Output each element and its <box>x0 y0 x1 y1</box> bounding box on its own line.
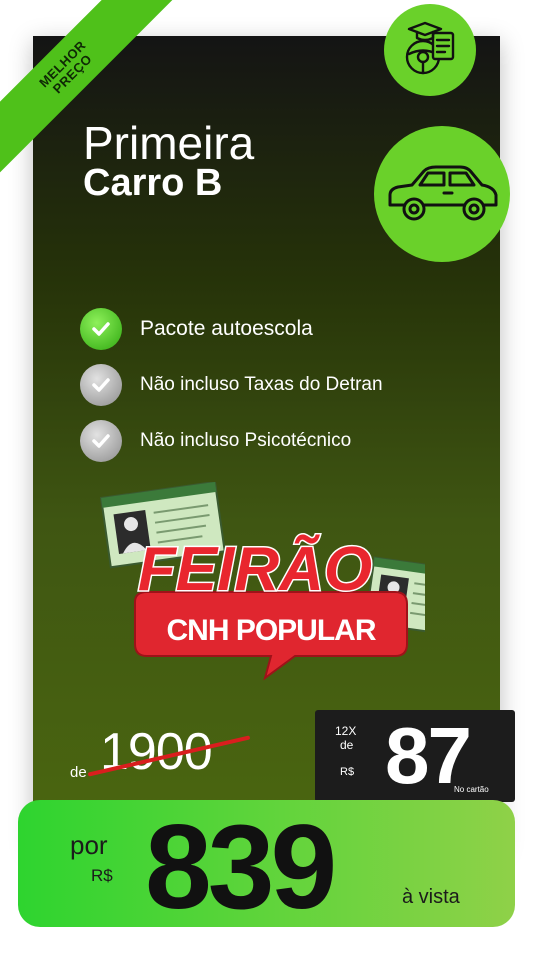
installment-currency: R$ <box>340 766 355 778</box>
check-gray-icon <box>80 364 122 406</box>
feature-label: Não incluso Psicotécnico <box>140 430 352 451</box>
promo-title: FEIRÃO <box>138 535 372 604</box>
feature-label: Pacote autoescola <box>140 317 313 340</box>
old-price-prefix: de <box>70 764 87 781</box>
promo-badge: FEIRÃO CNH POPULAR <box>95 480 485 692</box>
car-icon <box>374 126 510 262</box>
feature-item-detran-fees: Não incluso Taxas do Detran <box>80 364 383 406</box>
feature-label: Não incluso Taxas do Detran <box>140 374 383 395</box>
driving-school-icon <box>384 4 476 96</box>
check-gray-icon <box>80 420 122 462</box>
plan-title: Primeira Carro B <box>83 118 254 202</box>
plan-title-line-1: Primeira <box>83 117 255 169</box>
cash-price-currency: R$ <box>91 866 113 885</box>
installment-box: 12X de R$ 87 No cartão <box>315 710 515 802</box>
installment-count: 12X <box>335 724 357 738</box>
installment-note: No cartão <box>454 785 489 794</box>
cash-price-bar: por R$ 839 à vista <box>18 800 515 934</box>
installment-connector: de <box>340 738 354 752</box>
plan-title-line-2: Carro B <box>83 162 223 204</box>
promo-subtitle: CNH POPULAR <box>166 614 376 647</box>
feature-item-package: Pacote autoescola <box>80 308 313 350</box>
cash-price-suffix: à vista <box>402 886 460 908</box>
cash-price-value: 839 <box>145 800 337 934</box>
check-green-icon <box>80 308 122 350</box>
cash-price-prefix: por <box>70 830 108 860</box>
feature-item-psychotechnical: Não incluso Psicotécnico <box>80 420 351 462</box>
